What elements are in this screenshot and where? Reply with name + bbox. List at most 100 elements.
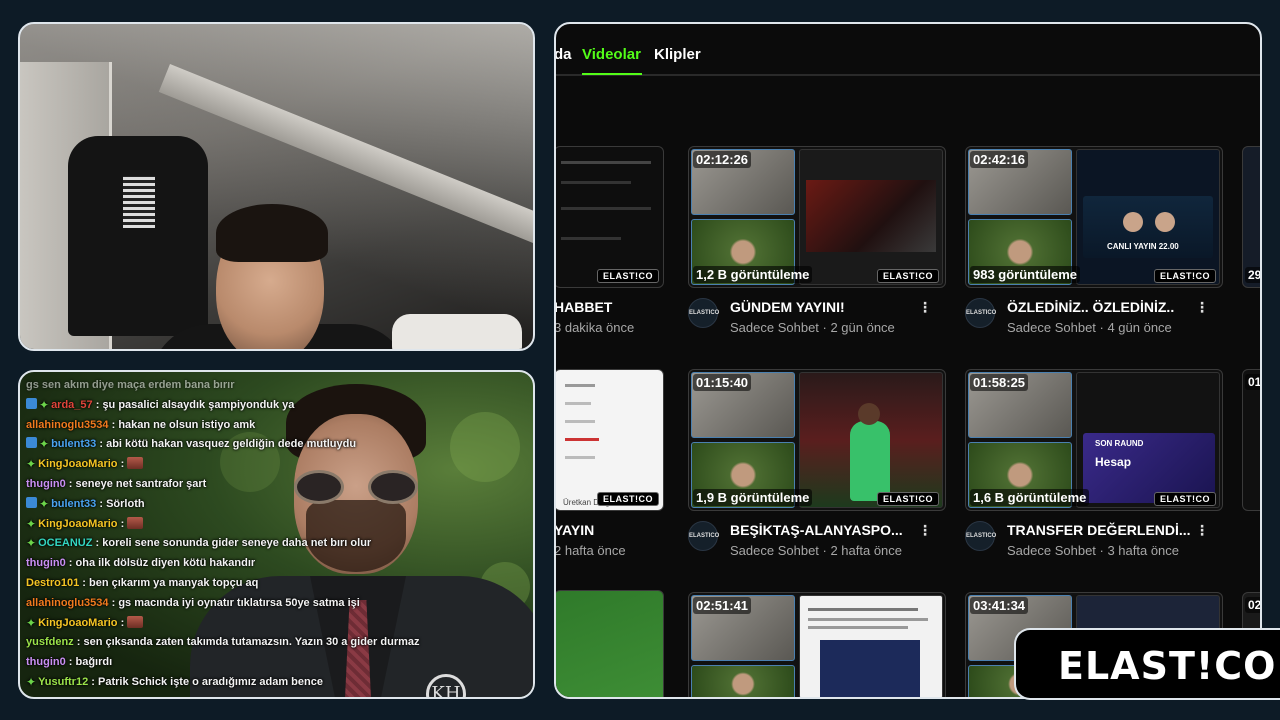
video-thumbnail[interactable]: SON RAUND Hesap 01:58:25 1,6 B görüntüle…: [965, 369, 1223, 511]
streamer-hair: [216, 204, 328, 262]
more-options-icon[interactable]: ⋮: [1195, 522, 1209, 539]
channel-avatar[interactable]: ELASTICO: [688, 521, 719, 551]
chat-text: sen çıksanda zaten takımda tutamazsın. Y…: [83, 636, 420, 649]
chat-username[interactable]: Destro101: [26, 577, 79, 589]
watermark-badge: ELAST!CO: [877, 492, 939, 506]
chat-username[interactable]: bulent33: [51, 438, 96, 450]
chat-message: yusfdenz : sen çıksanda zaten takımda tu…: [26, 633, 426, 653]
video-thumbnail-partial[interactable]: 29: [1242, 146, 1260, 288]
chat-message: thugin0 : seneye net santrafor şart: [26, 475, 426, 495]
video-thumbnail-partial[interactable]: Üretkan Dolgo'da ELAST!CO: [556, 369, 664, 511]
chat-text: hakan ne olsun istiyo amk: [118, 418, 256, 431]
video-card[interactable]: 02:12:26 1,2 B görüntüleme ELAST!CO ELAS…: [688, 146, 946, 336]
video-thumbnail[interactable]: 02:51:41: [688, 592, 946, 697]
more-options-icon[interactable]: ⋮: [1195, 299, 1209, 316]
tab-videolar[interactable]: Videolar: [582, 46, 641, 63]
video-card[interactable]: 01:15:40 1,9 B görüntüleme ELAST!CO ELAS…: [688, 369, 946, 559]
video-thumbnail-partial[interactable]: [556, 590, 664, 697]
chat-username[interactable]: OCEANUZ: [38, 537, 92, 549]
video-duration-partial: 01: [1245, 374, 1260, 390]
chat-message: thugin0 : bağırdı: [26, 653, 426, 673]
subscriber-badge-icon: [26, 437, 37, 449]
video-meta-partial: 3 dakika önce: [554, 320, 635, 335]
sparkle-badge-icon: ✦: [39, 397, 50, 412]
watermark-badge: ELAST!CO: [597, 269, 659, 283]
chat-text: koreli sene sonunda gider seneye daha ne…: [102, 537, 372, 550]
chat-username[interactable]: KingJoaoMario: [38, 518, 117, 530]
chat-username[interactable]: bulent33: [51, 498, 96, 510]
chat-text: abi kötü hakan vasquez geldiğin dede mut…: [106, 438, 357, 451]
video-views: 1,6 B görüntüleme: [970, 489, 1090, 506]
chat-separator: :: [96, 438, 107, 451]
more-options-icon[interactable]: ⋮: [918, 522, 932, 539]
chat-separator: :: [108, 596, 119, 609]
video-title[interactable]: TRANSFER DEĞERLENDİ...: [1007, 522, 1191, 538]
channel-avatar[interactable]: ELASTICO: [965, 521, 996, 551]
channel-avatar[interactable]: ELASTICO: [688, 298, 719, 328]
chat-username[interactable]: allahinoglu3534: [26, 419, 109, 431]
video-views: 1,2 B görüntüleme: [693, 266, 813, 283]
sparkle-badge-icon: ✦: [26, 457, 37, 472]
webcam-hanging-shirt: [68, 136, 208, 336]
video-thumbnail[interactable]: 01:15:40 1,9 B görüntüleme ELAST!CO: [688, 369, 946, 511]
chat-separator: :: [96, 497, 107, 510]
video-thumbnail-partial[interactable]: ELAST!CO: [556, 146, 664, 288]
video-title[interactable]: BEŞİKTAŞ-ALANYASPO...: [730, 522, 903, 538]
chat-message: allahinoglu3534 : gs macında iyi oynatır…: [26, 594, 426, 614]
chat-text: gs macında iyi oynatır tıklatırsa 50ye s…: [118, 596, 360, 609]
channel-avatar[interactable]: ELASTICO: [965, 298, 996, 328]
chat-separator: :: [73, 636, 84, 649]
chat-message: ✦ bulent33 : abi kötü hakan vasquez geldi…: [26, 435, 426, 455]
video-card[interactable]: SON RAUND Hesap 01:58:25 1,6 B görüntüle…: [965, 369, 1223, 559]
chat-username[interactable]: thugin0: [26, 656, 66, 668]
chat-separator: :: [65, 557, 76, 570]
chat-username[interactable]: thugin0: [26, 478, 66, 490]
video-card[interactable]: 02:51:41: [688, 592, 946, 697]
chat-username[interactable]: yusfdenz: [26, 636, 74, 648]
video-duration: 01:58:25: [970, 374, 1029, 391]
video-title-partial[interactable]: YAYIN: [556, 522, 594, 538]
chat-separator: :: [108, 418, 119, 431]
video-title[interactable]: ÖZLEDİNİZ.. ÖZLEDİNİZ..: [1007, 299, 1174, 315]
chat-username[interactable]: KingJoaoMario: [38, 617, 117, 629]
video-title-partial[interactable]: HABBET: [556, 299, 612, 315]
chat-separator: :: [65, 477, 76, 490]
video-title[interactable]: GÜNDEM YAYINI!: [730, 299, 845, 315]
tab-partial[interactable]: da: [556, 46, 572, 63]
watermark-badge: ELAST!CO: [1154, 492, 1216, 506]
chat-text: seneye net santrafor şart: [75, 477, 207, 490]
more-options-icon[interactable]: ⋮: [918, 299, 932, 316]
thumbnail-banner: CANLI YAYIN 22.00: [1107, 242, 1179, 251]
active-tab-indicator: [582, 73, 642, 75]
chat-message: allahinoglu3534 : hakan ne olsun istiyo …: [26, 416, 426, 436]
chat-username[interactable]: thugin0: [26, 557, 66, 569]
chat-message: ✦ bulent33 : Sörloth: [26, 495, 426, 515]
video-duration: 02:12:26: [693, 151, 752, 168]
chat-text: Patrik Schick işte o aradığımız adam ben…: [97, 675, 323, 688]
chat-message: ✦ KingJoaoMario :: [26, 515, 426, 535]
chat-separator: :: [79, 576, 89, 589]
video-card[interactable]: CANLI YAYIN 22.00 02:42:16 983 görüntüle…: [965, 146, 1223, 336]
chat-username[interactable]: allahinoglu3534: [26, 597, 109, 609]
chat-username[interactable]: Yusuftr12: [38, 676, 88, 688]
video-duration-partial: 02: [1245, 597, 1260, 613]
chat-message: ✦ Yusuftr12 : Patrik Schick işte o aradığ…: [26, 673, 426, 693]
chat-username[interactable]: KingJoaoMario: [38, 458, 117, 470]
thumbnail-banner: SON RAUND: [1095, 439, 1144, 448]
video-thumbnail[interactable]: CANLI YAYIN 22.00 02:42:16 983 görüntüle…: [965, 146, 1223, 288]
video-duration-partial: 29: [1245, 267, 1260, 283]
sparkle-badge-icon: ✦: [26, 674, 37, 689]
sparkle-badge-icon: ✦: [39, 496, 50, 511]
video-browser-panel: da Videolar Klipler ELAST!CO HABBET 3 da…: [554, 22, 1262, 699]
chat-username[interactable]: arda_57: [51, 399, 93, 411]
chat-message: thugin0 : oha ilk dölsüz diyen kötü haka…: [26, 554, 426, 574]
channel-tabs: da Videolar Klipler: [556, 24, 1260, 76]
video-views: 1,9 B görüntüleme: [693, 489, 813, 506]
watermark-badge: ELAST!CO: [877, 269, 939, 283]
video-thumbnail[interactable]: 02:12:26 1,2 B görüntüleme ELAST!CO: [688, 146, 946, 288]
tab-klipler[interactable]: Klipler: [654, 46, 701, 63]
video-thumbnail-partial[interactable]: 01: [1242, 369, 1260, 511]
chat-emote-icon: [127, 457, 144, 470]
chat-text: gs sen akım diye maça erdem bana bırır: [26, 379, 235, 391]
video-duration: 02:42:16: [970, 151, 1029, 168]
